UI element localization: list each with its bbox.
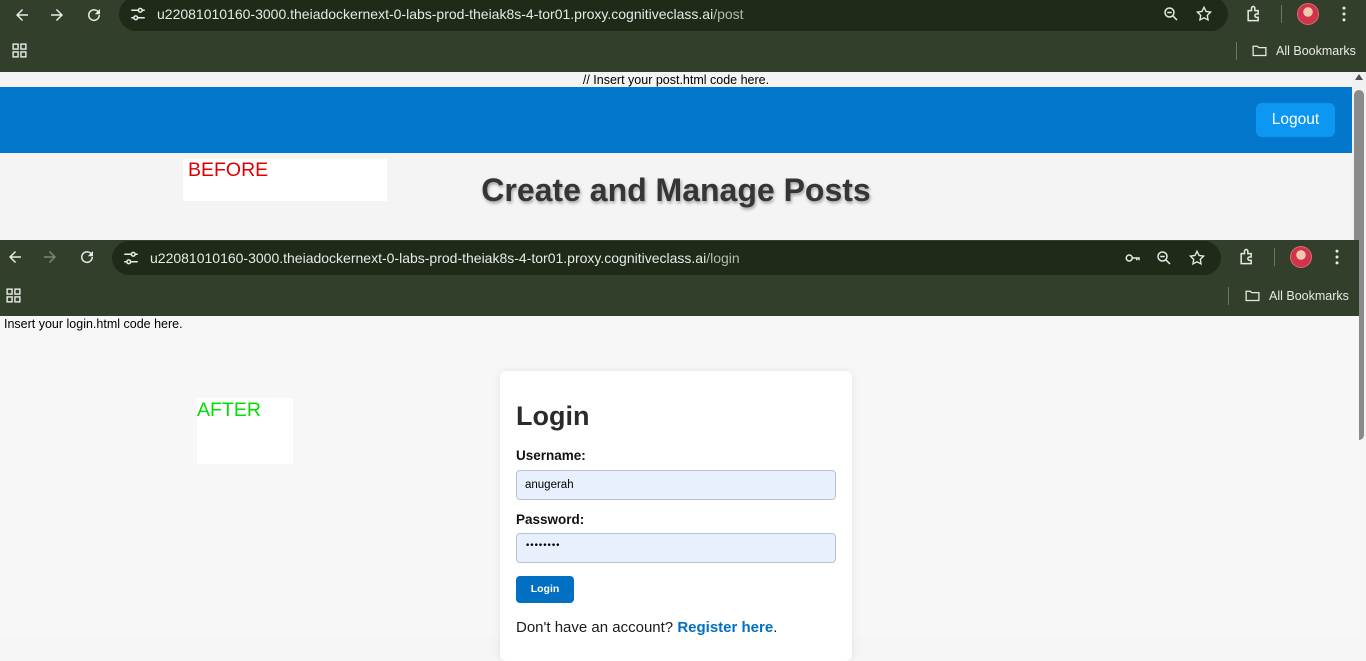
arrow-right-icon bbox=[51, 9, 63, 21]
register-prompt-line: Don't have an account? Register here. bbox=[516, 619, 777, 636]
register-suffix: . bbox=[773, 619, 778, 636]
folder-icon bbox=[1252, 45, 1267, 57]
username-label: Username: bbox=[516, 448, 586, 463]
apps-grid-icon[interactable] bbox=[5, 287, 22, 304]
register-link[interactable]: Register here bbox=[677, 619, 773, 636]
after-label-box: AFTER bbox=[197, 398, 293, 464]
folder-icon bbox=[1245, 290, 1260, 302]
password-label: Password: bbox=[516, 512, 585, 527]
password-value: •••••••• bbox=[525, 541, 560, 551]
all-bookmarks-link[interactable]: All Bookmarks bbox=[1269, 289, 1349, 303]
zoom-icon[interactable] bbox=[1155, 249, 1173, 267]
reload-icon bbox=[88, 9, 101, 22]
site-settings-icon[interactable] bbox=[129, 5, 147, 23]
login-button[interactable]: Login bbox=[516, 576, 574, 603]
site-settings-icon[interactable] bbox=[122, 249, 140, 267]
login-card: Login Username: anugerah Password: •••••… bbox=[500, 371, 852, 661]
browser-window-after: u22081010160-3000.theiadockernext-0-labs… bbox=[0, 240, 1359, 316]
username-value: anugerah bbox=[525, 479, 574, 491]
menu-kebab-icon[interactable] bbox=[1334, 4, 1354, 24]
login-page: Insert your login.html code here. AFTER … bbox=[0, 316, 1359, 661]
register-prompt-text: Don't have an account? bbox=[516, 619, 674, 636]
address-bar-after[interactable]: u22081010160-3000.theiadockernext-0-labs… bbox=[112, 241, 1221, 275]
post-comment-text: // Insert your post.html code here. bbox=[582, 73, 770, 87]
forward-button-after[interactable] bbox=[36, 243, 64, 271]
apps-grid-icon[interactable] bbox=[11, 42, 28, 59]
arrow-right-icon bbox=[44, 251, 56, 263]
post-page: // Insert your post.html code here. Logo… bbox=[0, 72, 1352, 240]
bookmark-star-icon[interactable] bbox=[1188, 249, 1206, 267]
zoom-icon[interactable] bbox=[1162, 5, 1180, 23]
all-bookmarks-link[interactable]: All Bookmarks bbox=[1276, 44, 1356, 58]
reload-button-after[interactable] bbox=[73, 243, 101, 271]
forward-button[interactable] bbox=[43, 1, 71, 29]
profile-avatar[interactable] bbox=[1297, 3, 1319, 25]
arrow-left-icon bbox=[16, 9, 28, 21]
menu-kebab-icon[interactable] bbox=[1327, 247, 1347, 267]
logout-button[interactable]: Logout bbox=[1256, 103, 1335, 137]
login-comment-text: Insert your login.html code here. bbox=[4, 317, 183, 331]
browser-window-before: u22081010160-3000.theiadockernext-0-labs… bbox=[0, 0, 1366, 72]
scroll-up-arrow-icon[interactable] bbox=[1355, 74, 1363, 80]
url-path: /login bbox=[706, 250, 740, 266]
arrow-left-icon bbox=[9, 251, 21, 263]
post-header-bar: Logout bbox=[0, 87, 1352, 153]
login-title: Login bbox=[516, 401, 590, 431]
extensions-icon[interactable] bbox=[1237, 247, 1257, 267]
back-button[interactable] bbox=[8, 1, 36, 29]
address-bar[interactable]: u22081010160-3000.theiadockernext-0-labs… bbox=[119, 0, 1228, 31]
url-host: u22081010160-3000.theiadockernext-0-labs… bbox=[157, 6, 714, 22]
url-host: u22081010160-3000.theiadockernext-0-labs… bbox=[150, 250, 707, 266]
reload-button[interactable] bbox=[80, 1, 108, 29]
back-button-after[interactable] bbox=[1, 243, 29, 271]
post-page-title: Create and Manage Posts bbox=[481, 172, 871, 208]
password-field[interactable]: •••••••• bbox=[516, 533, 836, 563]
bookmark-star-icon[interactable] bbox=[1195, 5, 1213, 23]
after-label: AFTER bbox=[197, 399, 261, 421]
profile-avatar[interactable] bbox=[1290, 246, 1312, 268]
password-key-icon[interactable] bbox=[1123, 249, 1143, 267]
username-field[interactable]: anugerah bbox=[516, 470, 836, 500]
extensions-icon[interactable] bbox=[1244, 4, 1264, 24]
url-path: /post bbox=[713, 6, 744, 22]
reload-icon bbox=[81, 251, 94, 264]
